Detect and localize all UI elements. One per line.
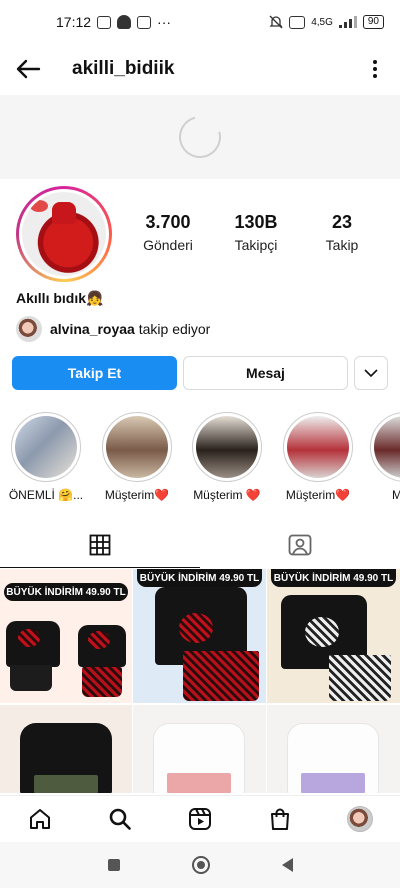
stat-following[interactable]: 23 Takip bbox=[302, 212, 382, 253]
signal-icon bbox=[338, 16, 357, 28]
nav-search[interactable] bbox=[98, 797, 142, 841]
highlight-cover bbox=[106, 416, 168, 478]
followed-by-suffix: takip ediyor bbox=[134, 321, 211, 337]
message-button[interactable]: Mesaj bbox=[183, 356, 348, 390]
post-thumbnail[interactable] bbox=[0, 705, 132, 793]
tagged-person-icon bbox=[288, 534, 312, 556]
highlight-label: Müşt bbox=[391, 488, 400, 502]
profile-avatar-icon bbox=[347, 805, 373, 832]
followed-by[interactable]: alvina_royaa takip ediyor bbox=[16, 316, 210, 342]
highlight-item[interactable]: ÖNEMLİ 🤗... bbox=[6, 412, 86, 502]
volte-icon bbox=[289, 15, 306, 29]
action-buttons: Takip Et Mesaj bbox=[12, 356, 388, 390]
shopping-bag-icon bbox=[271, 808, 289, 830]
highlight-cover bbox=[287, 416, 349, 478]
post-thumbnail[interactable]: BÜYÜK İNDİRİM 49.90 TL bbox=[267, 569, 400, 703]
highlight-cover bbox=[196, 416, 258, 478]
highlight-label: Müşterim❤️ bbox=[285, 488, 351, 502]
story-highlights: ÖNEMLİ 🤗... Müşterim❤️ Müşterim ❤️ Müşte… bbox=[0, 412, 400, 512]
highlight-label: Müşterim ❤️ bbox=[193, 488, 261, 502]
search-icon bbox=[109, 808, 131, 830]
nav-reels[interactable] bbox=[178, 797, 222, 841]
stat-following-label: Takip bbox=[325, 237, 359, 253]
app-notification-icon bbox=[137, 15, 152, 29]
highlight-item[interactable]: Müşterim ❤️ bbox=[187, 412, 267, 502]
avatar-image bbox=[22, 192, 106, 276]
highlight-cover bbox=[374, 416, 400, 478]
post-banner-text: BÜYÜK İNDİRİM 49.90 TL bbox=[271, 569, 396, 587]
home-icon bbox=[30, 808, 50, 829]
stat-posts-value: 3.700 bbox=[145, 212, 191, 232]
highlight-item[interactable]: Müşt bbox=[365, 412, 400, 502]
display-name: Akıllı bıdık👧 bbox=[16, 290, 104, 306]
loading-banner bbox=[0, 95, 400, 179]
post-thumbnail[interactable] bbox=[267, 705, 400, 793]
suggestions-button[interactable] bbox=[354, 356, 388, 390]
profile-summary: 3.700 Gönderi 130B Takipçi 23 Takip bbox=[0, 186, 400, 282]
profile-header: akilli_bidiik bbox=[0, 44, 400, 94]
nav-shop[interactable] bbox=[258, 797, 302, 841]
home-button-icon[interactable] bbox=[191, 856, 210, 874]
post-thumbnail[interactable]: BÜYÜK İNDİRİM 49.90 TL bbox=[0, 569, 132, 703]
follow-button[interactable]: Takip Et bbox=[12, 356, 177, 390]
network-type: 4,5G bbox=[311, 16, 333, 28]
tab-tagged[interactable] bbox=[200, 522, 400, 568]
stat-followers-label: Takipçi bbox=[234, 237, 278, 253]
stat-followers-value: 130B bbox=[234, 212, 278, 232]
nav-profile[interactable] bbox=[338, 797, 382, 841]
stat-posts-label: Gönderi bbox=[143, 237, 193, 253]
battery-indicator: 90 bbox=[362, 15, 384, 29]
back-button[interactable] bbox=[0, 44, 56, 94]
status-time: 17:12 bbox=[56, 14, 92, 30]
posts-grid: BÜYÜK İNDİRİM 49.90 TL BÜYÜK İNDİRİM 49.… bbox=[0, 569, 400, 793]
grid-icon bbox=[89, 534, 111, 555]
page-title: akilli_bidiik bbox=[72, 58, 175, 79]
follower-avatar bbox=[16, 316, 42, 342]
system-navigation bbox=[0, 842, 400, 888]
stat-following-value: 23 bbox=[331, 212, 353, 232]
post-thumbnail[interactable]: BÜYÜK İNDİRİM 49.90 TL bbox=[133, 569, 266, 703]
mute-icon bbox=[269, 15, 283, 29]
chevron-down-icon bbox=[364, 369, 378, 377]
status-bar: 17:12 ··· 4,5G 90 bbox=[0, 0, 400, 44]
post-banner-text: BÜYÜK İNDİRİM 49.90 TL bbox=[4, 583, 128, 601]
recent-apps-icon[interactable] bbox=[107, 859, 120, 871]
highlight-label: Müşterim❤️ bbox=[104, 488, 170, 502]
post-banner-text: BÜYÜK İNDİRİM 49.90 TL bbox=[137, 569, 262, 587]
stat-posts[interactable]: 3.700 Gönderi bbox=[128, 212, 208, 253]
arrow-left-icon bbox=[16, 59, 41, 79]
nav-home[interactable] bbox=[18, 797, 62, 841]
post-thumbnail[interactable] bbox=[133, 705, 266, 793]
notification-icon bbox=[97, 15, 112, 29]
back-triangle-icon[interactable] bbox=[281, 858, 293, 872]
more-notifications-icon: ··· bbox=[157, 14, 172, 30]
highlight-label: ÖNEMLİ 🤗... bbox=[8, 488, 84, 502]
snapchat-icon bbox=[117, 15, 132, 29]
profile-avatar[interactable] bbox=[16, 186, 112, 282]
highlight-cover bbox=[15, 416, 77, 478]
bottom-navigation bbox=[0, 795, 400, 841]
highlight-item[interactable]: Müşterim❤️ bbox=[278, 412, 358, 502]
loading-spinner-icon bbox=[171, 108, 229, 166]
profile-tabs bbox=[0, 522, 400, 568]
tab-posts-grid[interactable] bbox=[0, 522, 200, 568]
reels-icon bbox=[189, 807, 211, 830]
stat-followers[interactable]: 130B Takipçi bbox=[216, 212, 296, 253]
options-button[interactable] bbox=[350, 44, 400, 94]
highlight-item[interactable]: Müşterim❤️ bbox=[97, 412, 177, 502]
more-vertical-icon bbox=[373, 60, 377, 78]
follower-username: alvina_royaa bbox=[50, 321, 135, 337]
